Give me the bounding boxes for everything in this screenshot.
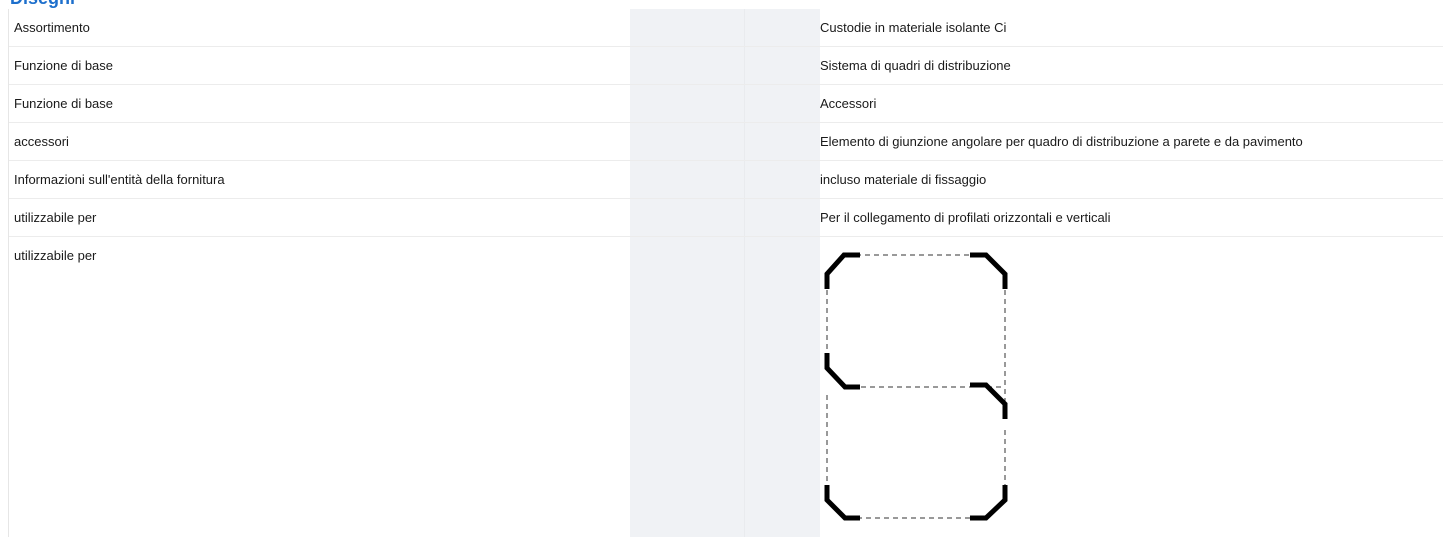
row-label: Assortimento (14, 20, 90, 35)
row-value: Per il collegamento di profilati orizzon… (820, 210, 1111, 225)
table-row: utilizzabile per Per il collegamento di … (9, 199, 1443, 237)
table-row: utilizzabile per (9, 237, 1443, 537)
row-label: utilizzabile per (14, 210, 97, 225)
row-value: incluso materiale di fissaggio (820, 172, 987, 187)
properties-table: Assortimento Custodie in materiale isola… (8, 9, 1443, 537)
table-row: Informazioni sull'entità della fornitura… (9, 161, 1443, 199)
row-value: Custodie in materiale isolante Ci (820, 20, 1007, 35)
table-row: Funzione di base Accessori (9, 85, 1443, 123)
corner-joint-drawing-icon (824, 252, 1008, 521)
row-label: Funzione di base (14, 58, 114, 73)
section-title: Disegni (10, 0, 75, 8)
row-value: Elemento di giunzione angolare per quadr… (820, 134, 1303, 149)
row-value: Accessori (820, 96, 877, 111)
table-row: Assortimento Custodie in materiale isola… (9, 9, 1443, 47)
table-row: accessori Elemento di giunzione angolare… (9, 123, 1443, 161)
row-label: Funzione di base (14, 96, 114, 111)
row-label: Informazioni sull'entità della fornitura (14, 172, 225, 187)
table-row: Funzione di base Sistema di quadri di di… (9, 47, 1443, 85)
row-value: Sistema di quadri di distribuzione (820, 58, 1011, 73)
row-label: utilizzabile per (14, 248, 97, 263)
row-label: accessori (14, 134, 69, 149)
